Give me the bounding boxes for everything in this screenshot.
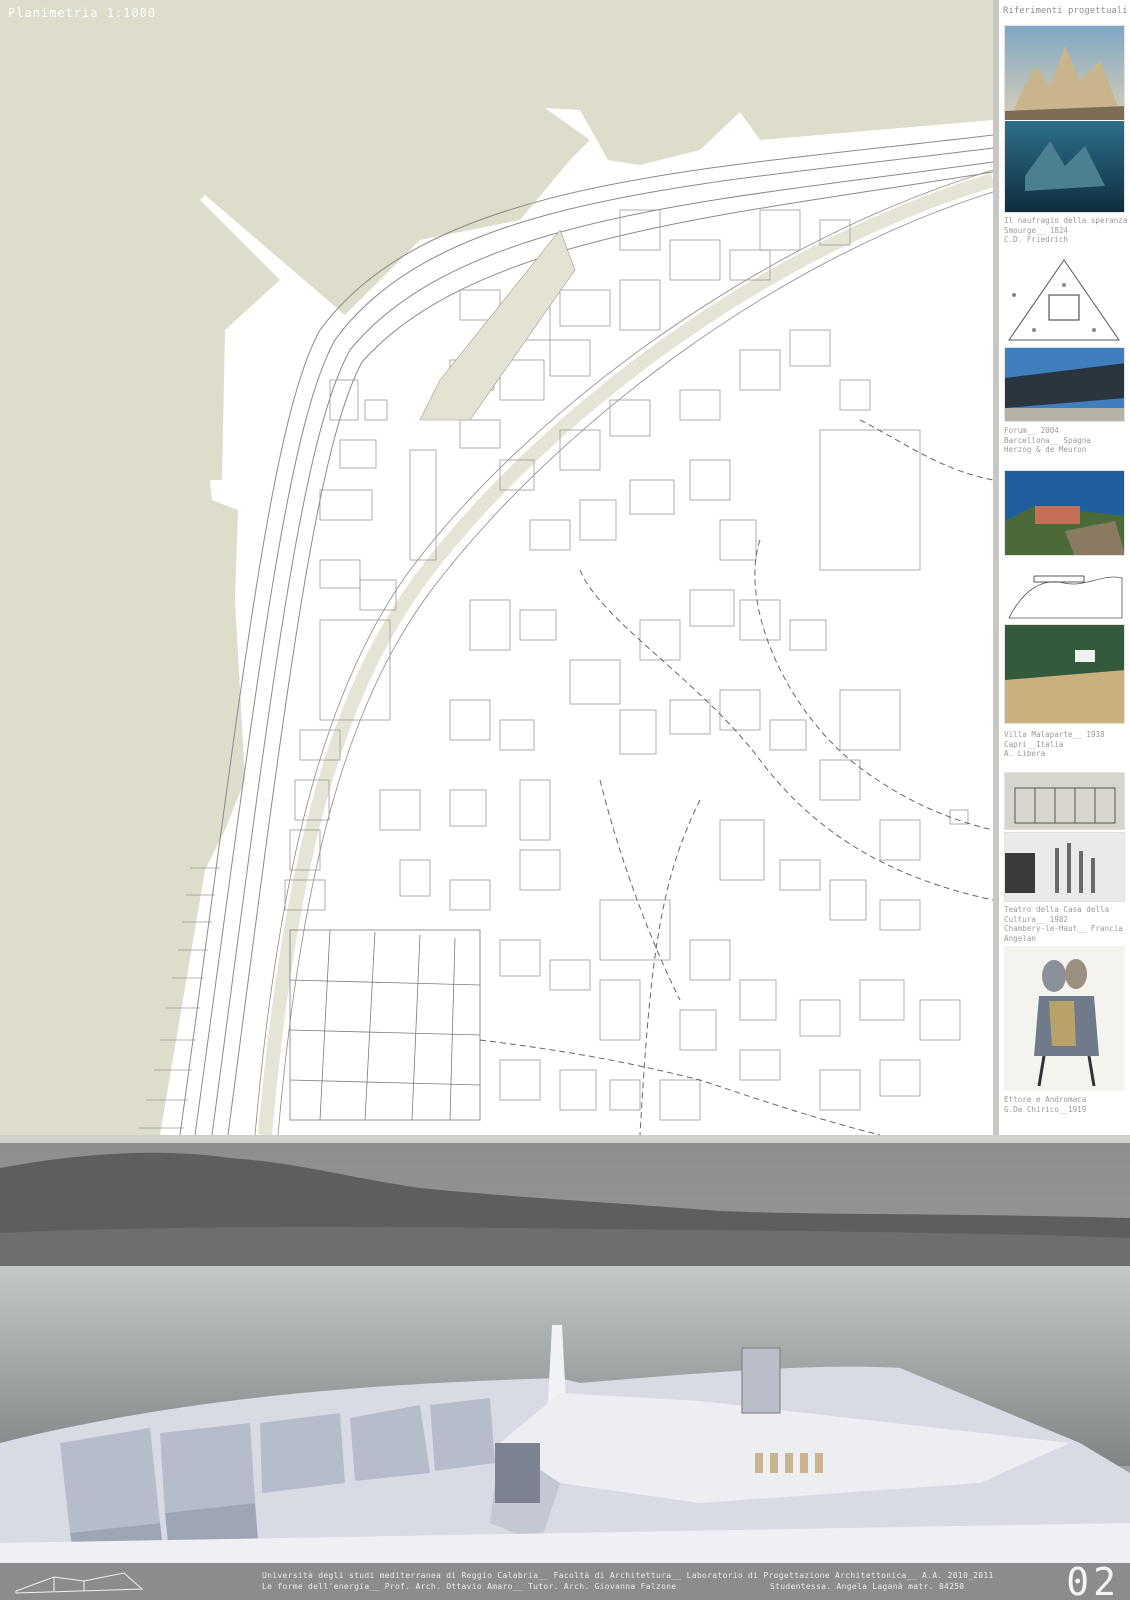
villa-malaparte-image [1004,470,1125,556]
aerial-render-image [0,1143,1130,1563]
reference-caption-5: Ettore e Andromaca G.De Chirico__1919 [1004,1095,1087,1114]
section-separator [0,1135,1130,1143]
footer-university-line: Università degli studi mediterranea di R… [262,1571,994,1580]
reference-caption-1: Il naufragio della speranza Smourge__ 18… [1004,216,1128,244]
forum-plan-drawing [1004,255,1125,345]
aerial-render [0,1143,1130,1563]
theatre-photo-image [1004,832,1125,902]
site-plan-drawing [138,108,993,1135]
plan-title: Planimetria 1:1000 [8,6,157,20]
villa-malaparte-sketch [1004,568,1125,622]
theatre-drawing-image [1004,772,1125,830]
references-sidebar: Riferimenti progettuali Il naufragio del… [999,0,1130,1135]
title-block-footer: Università degli studi mediterranea di R… [0,1563,1130,1600]
de-chirico-painting-image [1004,946,1125,1091]
footer-course-line: Le forme dell'energia__ Prof. Arch. Otta… [262,1582,677,1591]
seascape-painting-image [1004,25,1125,213]
footer-student-line: Studentessa. Angela Laganà matr. 84250 [770,1582,965,1591]
villa-malaparte-roof-image [1004,624,1125,724]
reference-caption-4: Teatro della Casa della Cultura__ 1982 C… [1004,905,1123,943]
forum-building-image [1004,347,1125,422]
page-number: 02 [1066,1563,1120,1600]
reference-caption-2: Forum__ 2004 Barcellona__ Spagna Herzog … [1004,426,1091,454]
reference-caption-3: Villa Malaparte__ 1938 Capri__Italia A. … [1004,730,1105,758]
site-plan: Planimetria 1:1000 [0,0,993,1135]
project-logo-icon [15,1572,144,1594]
references-title: Riferimenti progettuali [1003,6,1128,16]
